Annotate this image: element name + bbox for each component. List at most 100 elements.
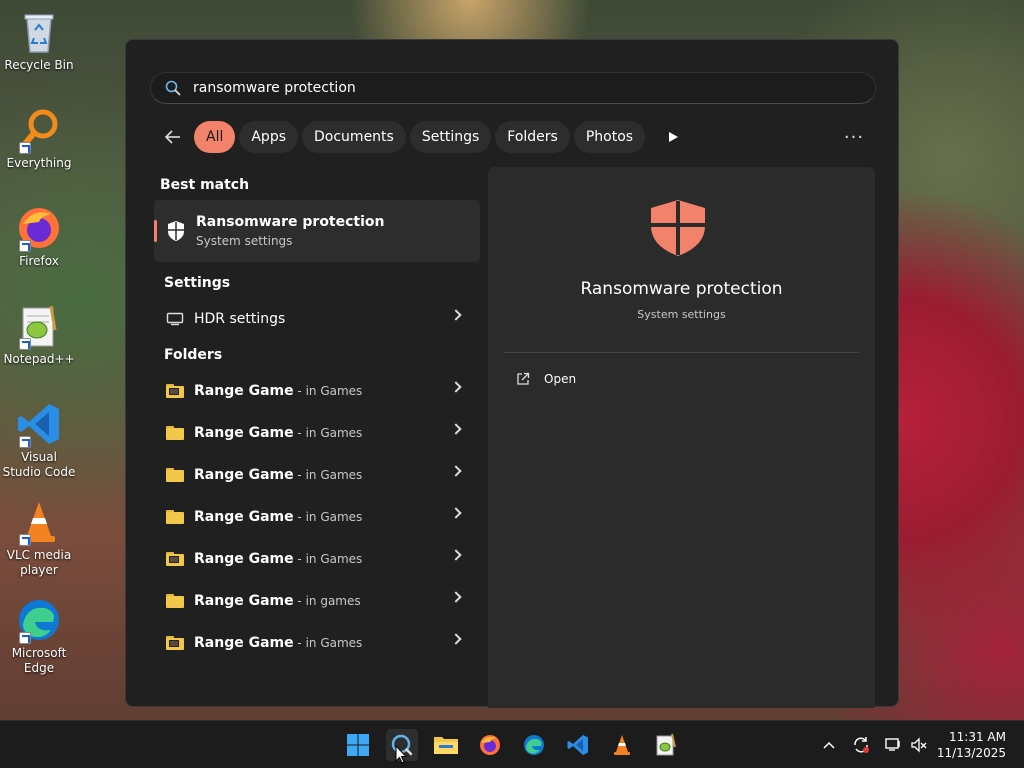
desktop-icon-recycle-bin[interactable]: Recycle Bin <box>2 8 76 73</box>
taskbar-file-explorer[interactable] <box>430 729 462 761</box>
chevron-right-icon[interactable] <box>450 591 462 603</box>
clock-date: 11/13/2025 <box>936 746 1006 760</box>
folder-title: Range Game - in Games <box>194 425 363 441</box>
start-icon <box>347 734 369 756</box>
folder-title: Range Game - in Games <box>194 467 363 483</box>
filter-apps[interactable]: Apps <box>239 121 299 153</box>
edge-icon <box>524 735 544 755</box>
search-input[interactable] <box>193 80 853 96</box>
search-box[interactable] <box>150 72 876 104</box>
taskbar-firefox[interactable] <box>474 729 506 761</box>
open-label: Open <box>544 372 577 386</box>
folder-item[interactable]: Range Game - in Games <box>154 370 480 412</box>
desktop-icon-label: Notepad++ <box>3 352 75 366</box>
shortcut-arrow-icon <box>19 240 31 252</box>
chevron-right-icon[interactable] <box>450 549 462 561</box>
start-button[interactable] <box>342 729 374 761</box>
network-icon[interactable] <box>883 735 903 755</box>
search-icon <box>165 80 181 96</box>
desktop-icon-label: Microsoft Edge <box>11 646 67 675</box>
firefox-icon <box>480 735 500 755</box>
filter-settings[interactable]: Settings <box>409 121 492 153</box>
desktop-icon-label: VLC media player <box>6 548 72 577</box>
filter-documents[interactable]: Documents <box>302 121 406 153</box>
shield-icon <box>168 221 184 241</box>
folder-title: Range Game - in Games <box>194 509 363 525</box>
shortcut-arrow-icon <box>19 534 31 546</box>
folder-icon <box>166 552 184 566</box>
folder-item[interactable]: Range Game - in Games <box>154 496 480 538</box>
desktop-icon-notepadpp[interactable]: Notepad++ <box>2 302 76 367</box>
folder-icon <box>166 426 184 440</box>
folder-icon <box>166 384 184 398</box>
folder-title: Range Game - in games <box>194 593 361 609</box>
divider <box>504 352 859 353</box>
best-match-heading: Best match <box>160 177 250 193</box>
chevron-right-icon[interactable] <box>450 423 462 435</box>
chevron-right-icon[interactable] <box>450 381 462 393</box>
shortcut-arrow-icon <box>19 632 31 644</box>
shield-icon <box>651 200 705 256</box>
shortcut-arrow-icon <box>19 338 31 350</box>
more-options-button[interactable]: ··· <box>838 121 870 153</box>
open-button[interactable]: Open <box>516 372 576 386</box>
clock-time: 11:31 AM <box>949 730 1006 744</box>
chevron-right-icon[interactable] <box>450 633 462 645</box>
vscode-icon <box>15 400 63 448</box>
settings-heading: Settings <box>164 275 231 291</box>
open-external-icon <box>517 372 530 385</box>
folder-icon <box>166 468 184 482</box>
best-match-item[interactable]: Ransomware protection System settings <box>154 200 480 262</box>
desktop-icon-vscode[interactable]: Visual Studio Code <box>2 400 76 480</box>
folder-title: Range Game - in Games <box>194 635 363 651</box>
taskbar: 11:31 AM 11/13/2025 <box>0 720 1024 768</box>
taskbar-notepadpp[interactable] <box>650 729 682 761</box>
folder-title: Range Game - in Games <box>194 383 363 399</box>
recycle-bin-icon <box>15 8 63 56</box>
system-clock[interactable]: 11:31 AM 11/13/2025 <box>937 729 1006 761</box>
firefox-icon <box>15 204 63 252</box>
vlc-icon <box>614 735 630 755</box>
settings-item-hdr[interactable]: HDR settings <box>154 298 480 340</box>
edge-icon <box>15 596 63 644</box>
back-button[interactable] <box>158 122 188 152</box>
folder-item[interactable]: Range Game - in Games <box>154 538 480 580</box>
chevron-right-icon[interactable] <box>450 309 462 321</box>
sync-status-icon[interactable] <box>851 735 871 755</box>
settings-item-label: HDR settings <box>194 311 286 327</box>
folder-title: Range Game - in Games <box>194 551 363 567</box>
filter-all[interactable]: All <box>194 121 236 153</box>
shortcut-arrow-icon <box>19 142 31 154</box>
results-list: Best match Ransomware protection System … <box>154 170 480 664</box>
taskbar-vscode[interactable] <box>562 729 594 761</box>
desktop-icon-vlc[interactable]: VLC media player <box>2 498 76 578</box>
file-explorer-icon <box>434 737 458 754</box>
filter-photos[interactable]: Photos <box>573 121 646 153</box>
chevron-right-icon[interactable] <box>450 465 462 477</box>
desktop-icon-edge[interactable]: Microsoft Edge <box>2 596 76 676</box>
folders-heading: Folders <box>164 347 223 363</box>
play-arrow-icon <box>669 132 679 142</box>
folder-icon <box>166 594 184 608</box>
vlc-icon <box>15 498 63 546</box>
desktop-icon-label: Recycle Bin <box>4 58 74 72</box>
mouse-cursor-icon <box>395 745 407 764</box>
more-filters-button[interactable] <box>657 121 689 153</box>
start-search-panel: All Apps Documents Settings Folders Phot… <box>125 39 899 708</box>
folder-item[interactable]: Range Game - in Games <box>154 622 480 664</box>
show-hidden-icons-button[interactable] <box>819 735 839 755</box>
folder-icon <box>166 510 184 524</box>
desktop-icon-firefox[interactable]: Firefox <box>2 204 76 269</box>
desktop-icon-label: Everything <box>6 156 72 170</box>
filter-folders[interactable]: Folders <box>495 121 570 153</box>
best-match-subtitle: System settings <box>196 234 293 248</box>
folder-item[interactable]: Range Game - in games <box>154 580 480 622</box>
desktop-icon-everything[interactable]: Everything <box>2 106 76 171</box>
folder-item[interactable]: Range Game - in Games <box>154 454 480 496</box>
taskbar-edge[interactable] <box>518 729 550 761</box>
volume-muted-icon[interactable] <box>909 735 929 755</box>
chevron-right-icon[interactable] <box>450 507 462 519</box>
folder-item[interactable]: Range Game - in Games <box>154 412 480 454</box>
taskbar-vlc[interactable] <box>606 729 638 761</box>
vscode-icon <box>567 735 588 755</box>
